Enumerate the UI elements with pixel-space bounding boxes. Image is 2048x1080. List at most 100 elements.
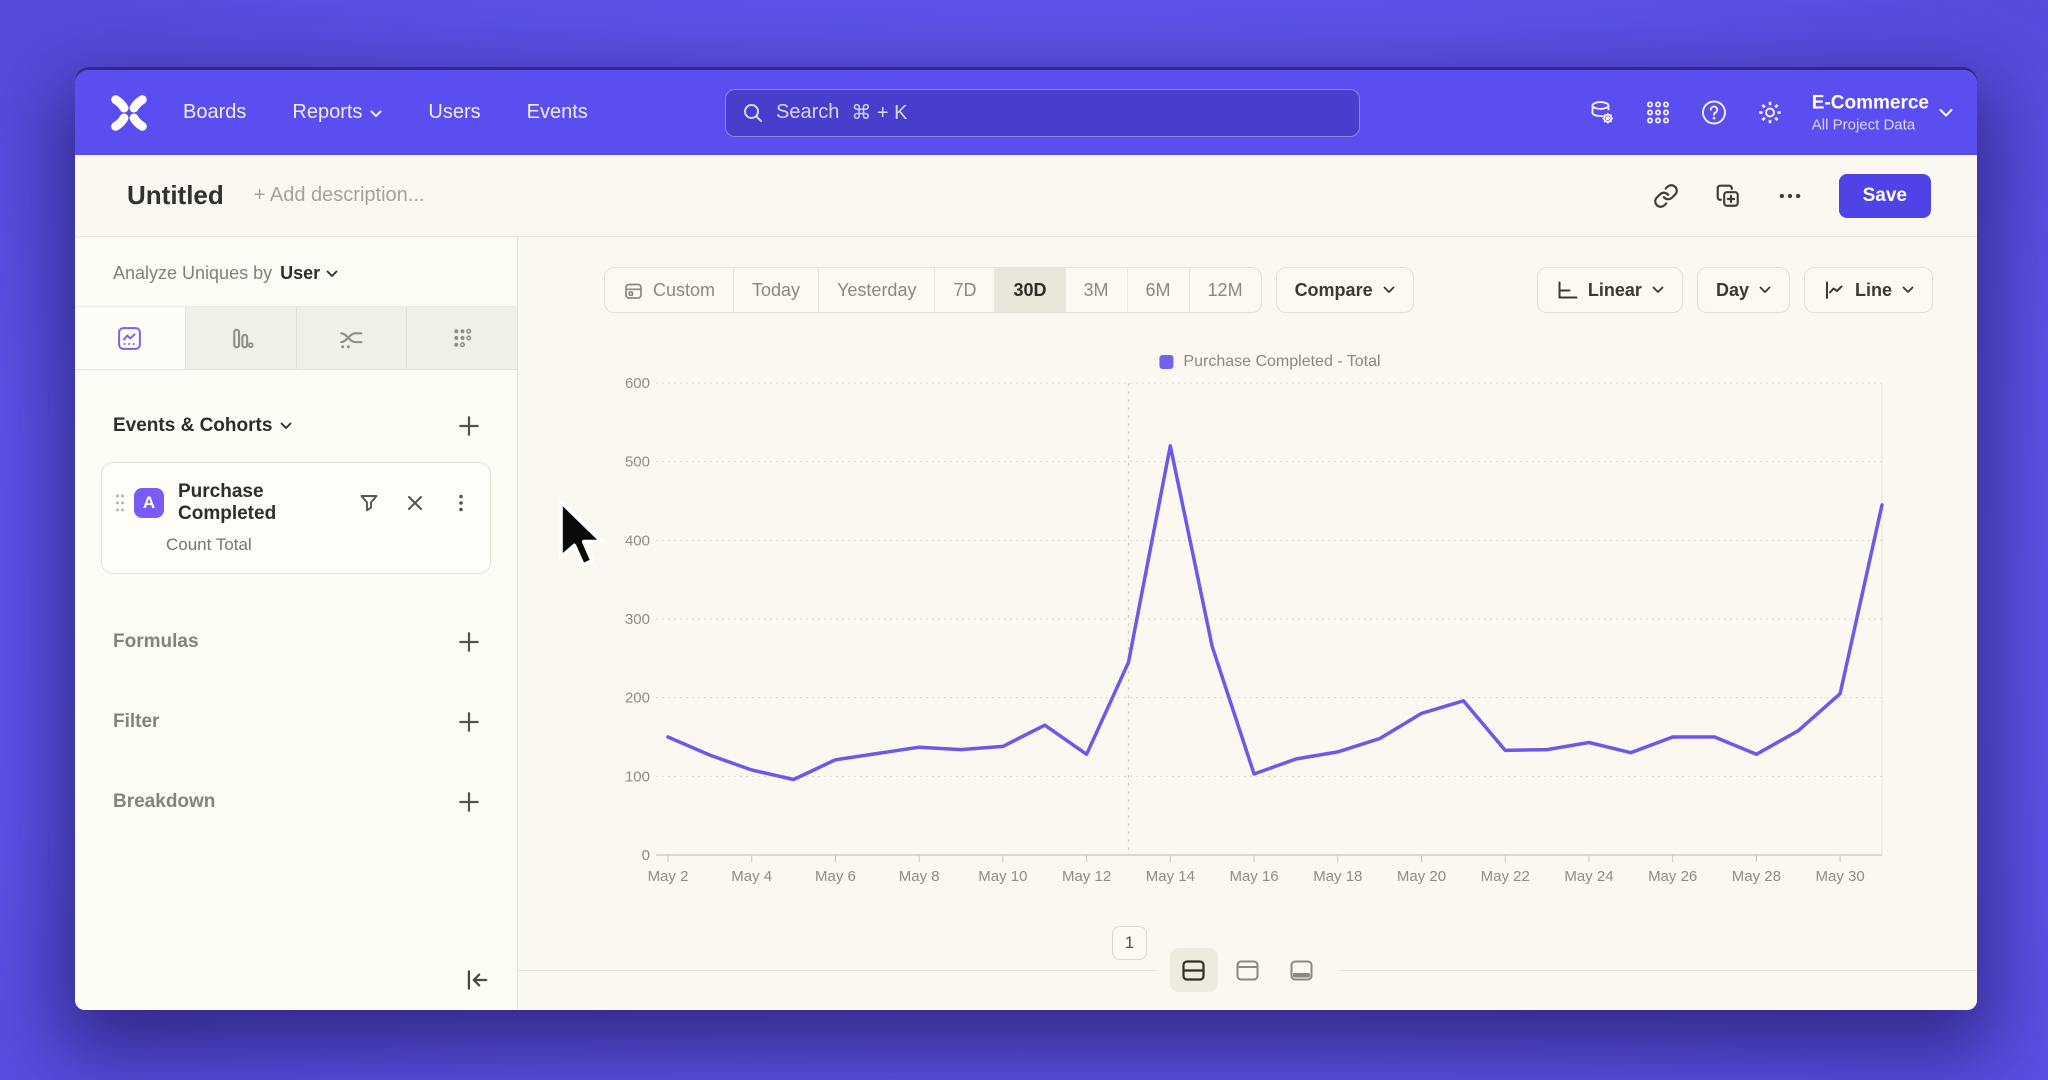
linear-scale-icon xyxy=(1556,279,1578,301)
sidebar-section-row: Filter xyxy=(75,710,517,734)
x-axis-tick-label: May 12 xyxy=(1062,868,1111,885)
tab-insights[interactable] xyxy=(75,307,186,369)
nav-right-cluster: E-Commerce All Project Data xyxy=(1588,92,1953,133)
series-line[interactable] xyxy=(668,446,1882,780)
y-axis-tick-label: 300 xyxy=(625,611,650,628)
calendar-icon xyxy=(623,280,644,301)
top-panel-icon xyxy=(1236,960,1259,981)
y-axis-tick-label: 0 xyxy=(642,847,650,864)
x-axis-tick-label: May 14 xyxy=(1146,868,1195,885)
layout-split-horizontal-button[interactable] xyxy=(1170,948,1218,992)
bottom-panel-icon xyxy=(1290,960,1313,981)
line-chart[interactable]: 0100200300400500600May 2May 4May 6May 8M… xyxy=(558,377,1958,937)
more-options-icon[interactable] xyxy=(1777,183,1803,209)
date-range-option[interactable]: Yesterday xyxy=(819,268,935,312)
add-event-button[interactable] xyxy=(457,414,481,438)
add-icon[interactable] xyxy=(457,630,481,654)
date-range-option[interactable]: 6M xyxy=(1128,268,1190,312)
copy-link-icon[interactable] xyxy=(1653,183,1679,209)
x-axis-tick-label: May 2 xyxy=(648,868,689,885)
layout-top-panel-button[interactable] xyxy=(1224,948,1272,992)
event-name[interactable]: Purchase Completed xyxy=(178,481,358,525)
sidebar-sections: Formulas Filter xyxy=(75,630,517,814)
x-axis-tick-label: May 4 xyxy=(731,868,772,885)
search-placeholder: Search xyxy=(776,101,839,124)
event-aggregation[interactable]: Count Total xyxy=(166,535,472,555)
event-card[interactable]: A Purchase Completed xyxy=(101,462,491,574)
add-description-field[interactable]: + Add description... xyxy=(254,184,425,207)
chart-legend[interactable]: Purchase Completed - Total xyxy=(1159,353,1380,371)
nav-item[interactable]: Users xyxy=(428,101,480,124)
interval-dropdown[interactable]: Day xyxy=(1697,267,1790,313)
save-button[interactable]: Save xyxy=(1839,174,1931,218)
analyze-entity-dropdown[interactable]: User xyxy=(280,263,338,284)
chevron-down-icon xyxy=(1759,286,1771,294)
annotation-badge[interactable]: 1 xyxy=(1112,926,1147,960)
x-axis-tick-label: May 10 xyxy=(978,868,1027,885)
event-letter-badge: A xyxy=(134,488,164,518)
split-horizontal-icon xyxy=(1182,960,1205,981)
nav-items: Boards Reports Users Events xyxy=(183,101,588,124)
date-range-option[interactable]: 30D xyxy=(995,268,1065,312)
date-range-option[interactable]: Today xyxy=(734,268,819,312)
x-axis-tick-label: May 28 xyxy=(1732,868,1781,885)
date-range-option[interactable]: 12M xyxy=(1190,268,1261,312)
date-range-option[interactable]: 7D xyxy=(935,268,995,312)
search-shortcut: ⌘ + K xyxy=(851,100,907,125)
project-switcher[interactable]: E-Commerce All Project Data xyxy=(1812,92,1953,133)
chart-panel: Custom Today Yesterday 7D xyxy=(518,237,1977,1010)
x-axis-tick-label: May 24 xyxy=(1564,868,1613,885)
nav-item[interactable]: Reports xyxy=(292,101,382,124)
line-chart-icon xyxy=(1823,279,1845,301)
tab-bar-chart[interactable] xyxy=(186,307,297,369)
date-range-option[interactable]: 3M xyxy=(1066,268,1128,312)
chevron-down-icon xyxy=(1902,286,1914,294)
report-titlebar: Untitled + Add description... xyxy=(75,155,1977,237)
search-input[interactable]: Search ⌘ + K xyxy=(725,89,1360,137)
x-axis-tick-label: May 16 xyxy=(1229,868,1278,885)
report-title[interactable]: Untitled xyxy=(127,180,224,211)
chevron-down-icon xyxy=(1939,108,1953,117)
tab-flows[interactable] xyxy=(297,307,408,369)
nav-item[interactable]: Boards xyxy=(183,101,246,124)
collapse-sidebar-button[interactable] xyxy=(463,966,491,994)
retention-dots-icon xyxy=(449,325,476,352)
chevron-down-icon xyxy=(1652,286,1664,294)
mixpanel-logo-icon[interactable] xyxy=(109,93,149,133)
chevron-down-icon xyxy=(1383,286,1395,294)
legend-swatch xyxy=(1159,355,1173,369)
flows-icon xyxy=(337,325,365,352)
x-axis-tick-label: May 30 xyxy=(1816,868,1865,885)
duplicate-icon[interactable] xyxy=(1715,183,1741,209)
nav-item[interactable]: Events xyxy=(527,101,588,124)
compare-dropdown[interactable]: Compare xyxy=(1276,267,1414,313)
report-type-tabs xyxy=(75,306,517,370)
add-icon[interactable] xyxy=(457,790,481,814)
chart-type-dropdown[interactable]: Line xyxy=(1804,267,1933,313)
date-range-option[interactable]: Custom xyxy=(605,268,734,312)
bar-chart-icon xyxy=(227,325,254,352)
help-icon[interactable] xyxy=(1700,99,1728,127)
settings-gear-icon[interactable] xyxy=(1756,99,1784,127)
insights-chart-icon xyxy=(116,325,143,352)
filter-funnel-icon[interactable] xyxy=(358,492,380,514)
y-axis-tick-label: 100 xyxy=(625,768,650,785)
event-more-options-icon[interactable] xyxy=(450,492,472,514)
sidebar-section-row: Formulas xyxy=(75,630,517,654)
tab-retention[interactable] xyxy=(407,307,517,369)
remove-event-icon[interactable] xyxy=(404,492,426,514)
x-axis-tick-label: May 22 xyxy=(1481,868,1530,885)
x-axis-tick-label: May 20 xyxy=(1397,868,1446,885)
drag-handle-icon[interactable] xyxy=(114,491,126,515)
events-cohorts-toggle[interactable]: Events & Cohorts xyxy=(113,415,292,437)
data-management-icon[interactable] xyxy=(1588,99,1616,127)
add-icon[interactable] xyxy=(457,710,481,734)
chevron-down-icon xyxy=(326,270,338,278)
layout-bottom-panel-button[interactable] xyxy=(1278,948,1326,992)
y-axis-tick-label: 500 xyxy=(625,454,650,471)
app-window: Boards Reports Users Events xyxy=(75,70,1977,1010)
top-nav: Boards Reports Users Events xyxy=(75,70,1977,155)
analyze-uniques-row: Analyze Uniques by User xyxy=(75,237,517,306)
apps-grid-icon[interactable] xyxy=(1644,99,1672,127)
scale-dropdown[interactable]: Linear xyxy=(1537,267,1683,313)
